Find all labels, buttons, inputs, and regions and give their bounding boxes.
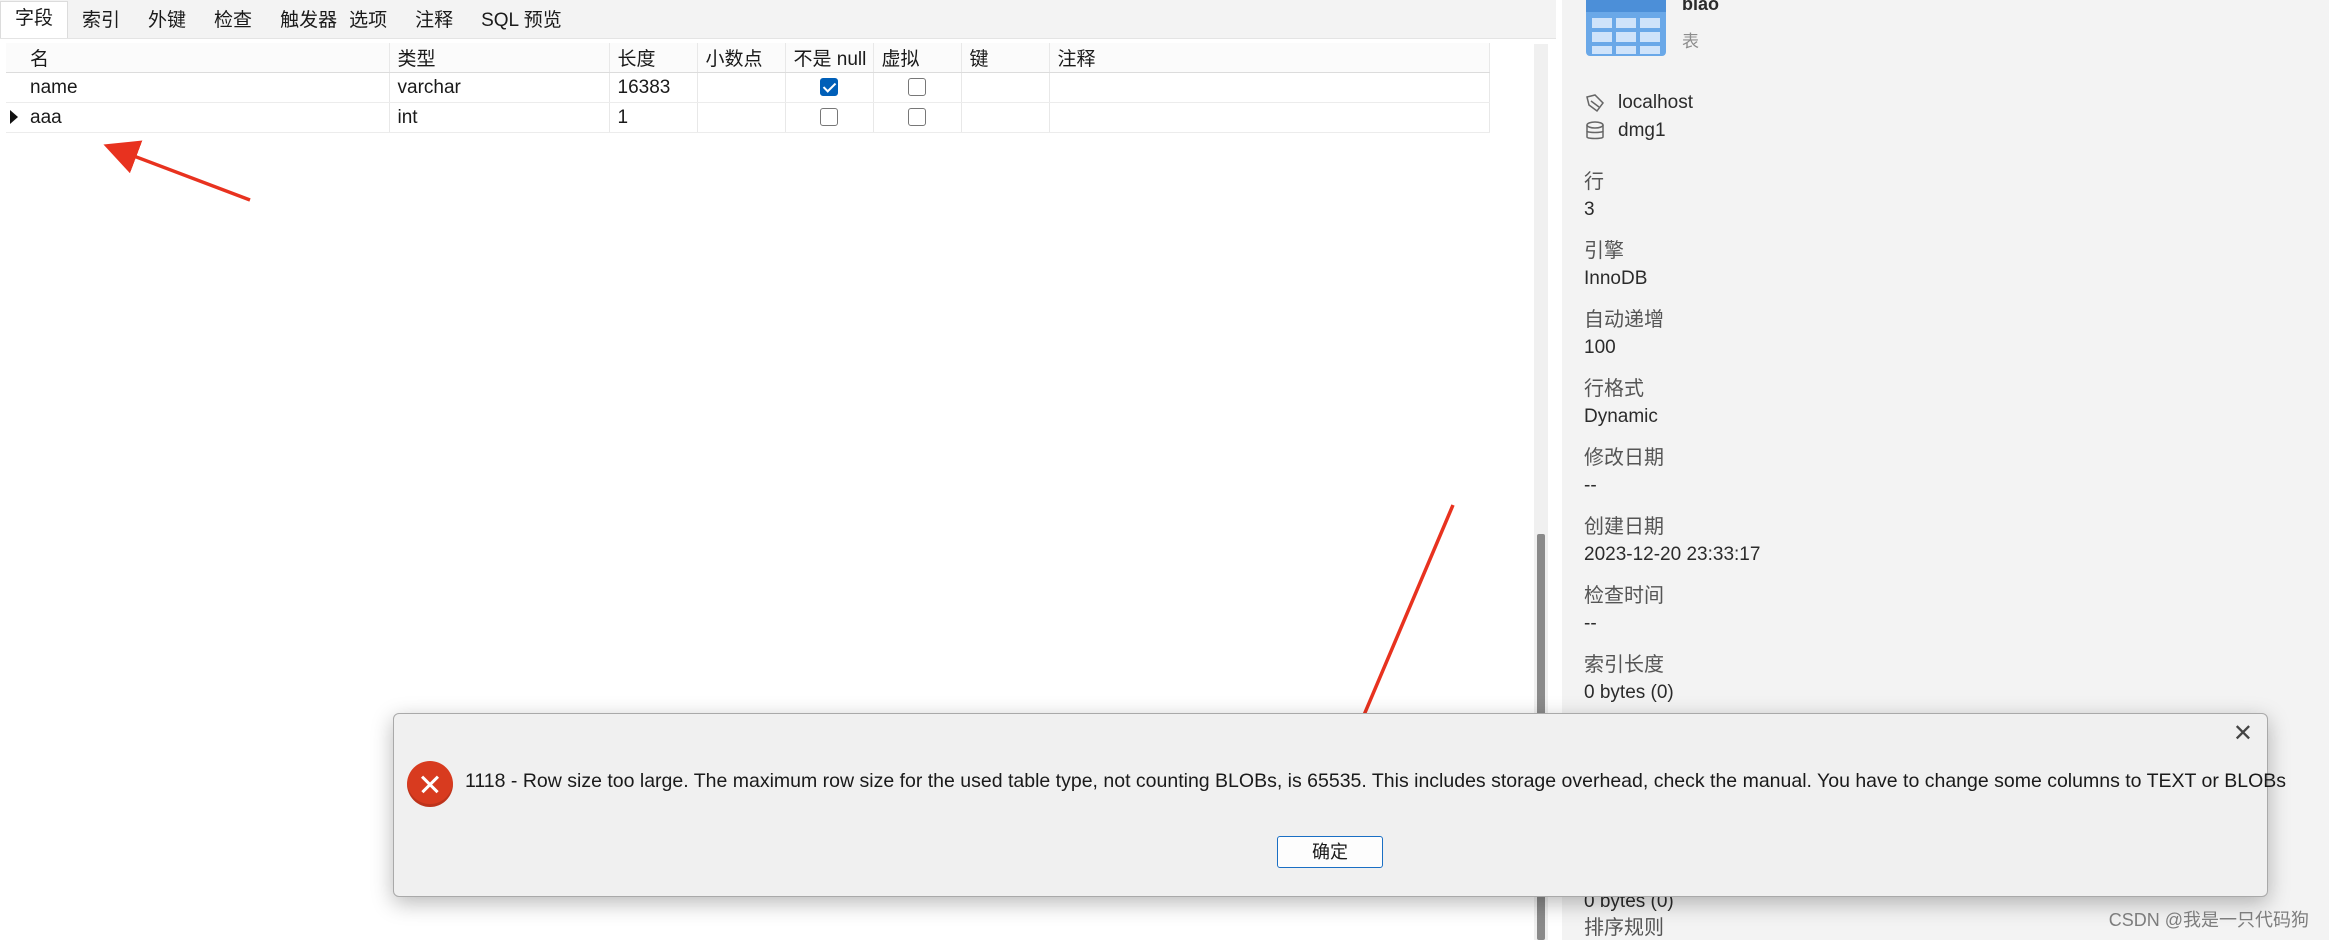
col-header-name[interactable]: 名 [22,43,390,73]
cell-length[interactable]: 1 [609,102,698,133]
col-header-length[interactable]: 长度 [609,43,698,73]
prop-value: -- [1584,613,1597,634]
fields-grid: 名 类型 长度 小数点 不是 null 虚拟 键 注释 name varchar… [6,43,1490,133]
prop-key: 索引长度 [1584,654,1664,676]
cell-not-null [785,102,874,133]
prop-key: 修改日期 [1584,447,1664,469]
cell-type[interactable]: varchar [389,72,610,103]
grid-header-row: 名 类型 长度 小数点 不是 null 虚拟 键 注释 [6,43,1490,73]
not-null-checkbox[interactable] [820,108,838,127]
connection-name: localhost [1618,92,1693,113]
col-header-comment[interactable]: 注释 [1049,43,1490,73]
table-row[interactable]: name varchar 16383 [6,72,1490,103]
prop-value: 2023-12-20 23:33:17 [1584,544,1761,565]
table-icon [1586,0,1666,56]
col-header-virtual[interactable]: 虚拟 [873,43,962,73]
prop-index-length: 索引长度 0 bytes (0) [1584,652,1674,706]
error-dialog: ✕ 1118 - Row size too large. The maximum… [393,713,2286,897]
cell-length[interactable]: 16383 [609,72,698,103]
designer-tabs: 字段 索引 外键 检查 触发器 选项 注释 SQL 预览 [0,0,1556,39]
table-row[interactable]: aaa int 1 [6,102,1490,133]
tab-fields[interactable]: 字段 [0,1,69,38]
prop-key: 创建日期 [1584,516,1664,538]
database-icon [1586,121,1604,140]
col-header-not-null[interactable]: 不是 null [785,43,874,73]
prop-key: 行 [1584,171,1604,193]
col-header-decimal[interactable]: 小数点 [697,43,786,73]
prop-created-date: 创建日期 2023-12-20 23:33:17 [1584,514,1760,568]
cell-comment[interactable] [1049,72,1490,103]
watermark: CSDN @我是一只代码狗 [2108,910,2309,930]
prop-key: 排序规则 [1584,917,1664,939]
prop-value: InnoDB [1584,268,1648,289]
tab-sql-preview[interactable]: SQL 预览 [467,4,576,38]
prop-key: 行格式 [1584,378,1644,400]
prop-check-time: 检查时间 -- [1584,583,1664,637]
cell-virtual [873,72,962,103]
cell-virtual [873,102,962,133]
connection-icon [1586,94,1604,113]
connection-info: localhost [1584,92,1693,114]
row-marker [6,72,22,103]
cell-comment[interactable] [1049,102,1490,133]
cell-not-null [785,72,874,103]
database-info: dmg1 [1584,120,1666,142]
cell-decimal[interactable] [697,72,786,103]
cell-name[interactable]: name [22,72,390,103]
close-icon[interactable]: ✕ [2233,722,2253,746]
prop-key: 检查时间 [1584,585,1664,607]
error-message: 1118 - Row size too large. The maximum r… [465,770,2287,792]
prop-value: 0 bytes (0) [1584,682,1674,703]
prop-engine: 引擎 InnoDB [1584,238,1647,292]
prop-key: 引擎 [1584,240,1624,262]
col-header-key[interactable]: 键 [961,43,1050,73]
prop-value: 3 [1584,199,1595,220]
virtual-checkbox[interactable] [908,78,926,97]
cell-name[interactable]: aaa [22,102,390,133]
object-name: biao [1682,0,1720,14]
virtual-checkbox[interactable] [908,108,926,127]
tab-comment[interactable]: 注释 [401,4,467,38]
cell-key[interactable] [961,72,1050,103]
prop-value: 100 [1584,337,1616,358]
prop-row-format: 行格式 Dynamic [1584,376,1658,430]
cell-type[interactable]: int [389,102,610,133]
prop-rows: 行 3 [1584,169,1604,223]
row-marker-header [6,43,22,73]
database-name: dmg1 [1618,120,1666,141]
prop-modified-date: 修改日期 -- [1584,445,1664,499]
ok-button[interactable]: 确定 [1277,836,1383,868]
cell-key[interactable] [961,102,1050,133]
row-marker [6,102,22,133]
prop-value: Dynamic [1584,406,1658,427]
prop-value: -- [1584,475,1597,496]
tab-options[interactable]: 选项 [343,4,401,38]
row-pointer-icon [10,110,18,125]
prop-key: 自动递增 [1584,309,1664,331]
tab-checks[interactable]: 检查 [200,4,266,38]
tab-indexes[interactable]: 索引 [68,4,134,38]
error-icon [407,761,453,807]
not-null-checkbox[interactable] [820,78,838,97]
prop-auto-increment: 自动递增 100 [1584,307,1664,361]
cell-decimal[interactable] [697,102,786,133]
col-header-type[interactable]: 类型 [389,43,610,73]
object-type: 表 [1682,32,1699,51]
tab-foreign-keys[interactable]: 外键 [134,4,200,38]
tab-triggers[interactable]: 触发器 [266,4,343,38]
